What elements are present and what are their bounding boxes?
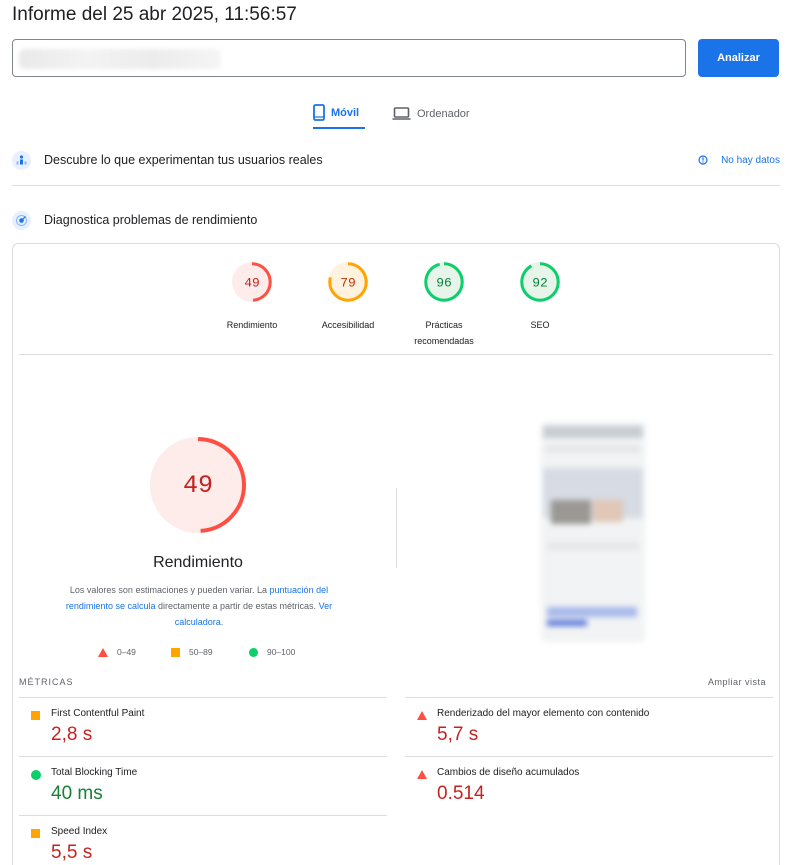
info-icon xyxy=(698,155,708,165)
report-title: Informe del 25 abr 2025, 11:56:57 xyxy=(12,4,297,25)
analyze-button[interactable]: Analizar xyxy=(698,39,779,77)
legend-label: 90–100 xyxy=(267,647,296,657)
metric-tbt: Total Blocking Time 40 ms xyxy=(19,756,387,815)
metric-lcp: Renderizado del mayor elemento con conte… xyxy=(405,697,773,756)
metric-speed-index: Speed Index 5,5 s xyxy=(19,815,387,865)
laptop-icon xyxy=(392,107,411,120)
performance-description: Los valores son estimaciones y pueden va… xyxy=(55,582,343,630)
gauge-score: 79 xyxy=(340,276,356,291)
lab-results-panel: 49 Rendimiento 79 Accesibilidad 96 Práct… xyxy=(12,243,780,865)
performance-title: Rendimiento xyxy=(153,554,243,571)
legend-good: 90–100 xyxy=(249,647,295,657)
gauge-best-practices[interactable]: 96 Prácticas recomendadas xyxy=(404,261,484,349)
blurred-screenshot xyxy=(541,422,645,642)
square-icon xyxy=(31,711,40,720)
legend-average: 50–89 xyxy=(171,647,213,657)
metric-fcp: First Contentful Paint 2,8 s xyxy=(19,697,387,756)
redacted-url xyxy=(19,49,221,69)
no-data-link[interactable]: No hay datos xyxy=(698,150,780,170)
metric-cls: Cambios de diseño acumulados 0.514 xyxy=(405,756,773,815)
metric-name: Renderizado del mayor elemento con conte… xyxy=(437,708,650,719)
desc-text: . xyxy=(220,617,224,627)
gauge-seo[interactable]: 92 SEO xyxy=(500,261,580,333)
metric-name: First Contentful Paint xyxy=(51,708,145,719)
smartphone-icon xyxy=(313,104,325,121)
url-input[interactable] xyxy=(12,39,686,77)
metric-name: Cambios de diseño acumulados xyxy=(437,767,580,778)
score-gauge: 79 xyxy=(328,262,368,302)
field-data-title: Descubre lo que experimentan tus usuario… xyxy=(44,153,323,167)
triangle-icon xyxy=(98,647,108,657)
score-gauge: 96 xyxy=(424,262,464,302)
no-data-label: No hay datos xyxy=(721,154,780,166)
triangle-icon xyxy=(417,711,427,720)
lab-data-section: Diagnostica problemas de rendimiento xyxy=(12,210,780,230)
tab-desktop[interactable]: Ordenador xyxy=(392,98,482,129)
metric-name: Total Blocking Time xyxy=(51,767,138,778)
square-icon xyxy=(31,829,40,838)
diagnostics-icon xyxy=(12,210,31,230)
field-data-section: Descubre lo que experimentan tus usuario… xyxy=(12,150,780,170)
legend-poor: 0–49 xyxy=(98,647,136,657)
page-screenshot-thumbnail[interactable] xyxy=(533,414,663,644)
tab-mobile[interactable]: Móvil xyxy=(313,98,365,129)
gauge-performance[interactable]: 49 Rendimiento xyxy=(212,261,292,333)
gauge-accessibility[interactable]: 79 Accesibilidad xyxy=(308,261,388,333)
vertical-separator xyxy=(396,488,397,568)
metric-value: 0.514 xyxy=(437,783,485,804)
metrics-heading: MÉTRICAS xyxy=(19,677,74,687)
gauge-score: 92 xyxy=(532,276,548,291)
expand-view-toggle[interactable]: Ampliar vista xyxy=(708,677,766,687)
metric-name: Speed Index xyxy=(51,826,108,837)
tab-desktop-label: Ordenador xyxy=(417,107,470,120)
panel-divider xyxy=(19,354,773,355)
lab-data-title: Diagnostica problemas de rendimiento xyxy=(44,213,258,227)
section-divider xyxy=(12,185,780,186)
desc-text: Los valores son estimaciones y pueden va… xyxy=(69,585,270,595)
users-icon xyxy=(12,150,31,170)
gauge-label: Prácticas recomendadas xyxy=(414,320,474,346)
gauge-label: SEO xyxy=(530,320,550,330)
metric-value: 2,8 s xyxy=(51,724,93,745)
metric-value: 5,7 s xyxy=(437,724,479,745)
device-tabs: Móvil Ordenador xyxy=(0,98,796,130)
gauge-score: 49 xyxy=(244,276,260,291)
gauge-score: 96 xyxy=(436,276,452,291)
triangle-icon xyxy=(417,770,427,779)
score-gauge: 92 xyxy=(520,262,560,302)
gauge-label: Accesibilidad xyxy=(321,320,375,330)
performance-score: 49 xyxy=(183,471,213,500)
metric-value: 5,5 s xyxy=(51,842,93,863)
legend-label: 50–89 xyxy=(189,647,213,657)
performance-score-gauge: 49 xyxy=(150,437,246,533)
desc-text: directamente a partir de estas métricas. xyxy=(155,601,319,611)
gauge-label: Rendimiento xyxy=(226,320,278,330)
score-gauge: 49 xyxy=(232,262,272,302)
circle-icon xyxy=(249,647,258,657)
tab-mobile-label: Móvil xyxy=(331,106,360,119)
legend-label: 0–49 xyxy=(117,647,136,657)
metric-value: 40 ms xyxy=(51,783,103,804)
circle-icon xyxy=(31,770,41,780)
square-icon xyxy=(171,647,180,657)
